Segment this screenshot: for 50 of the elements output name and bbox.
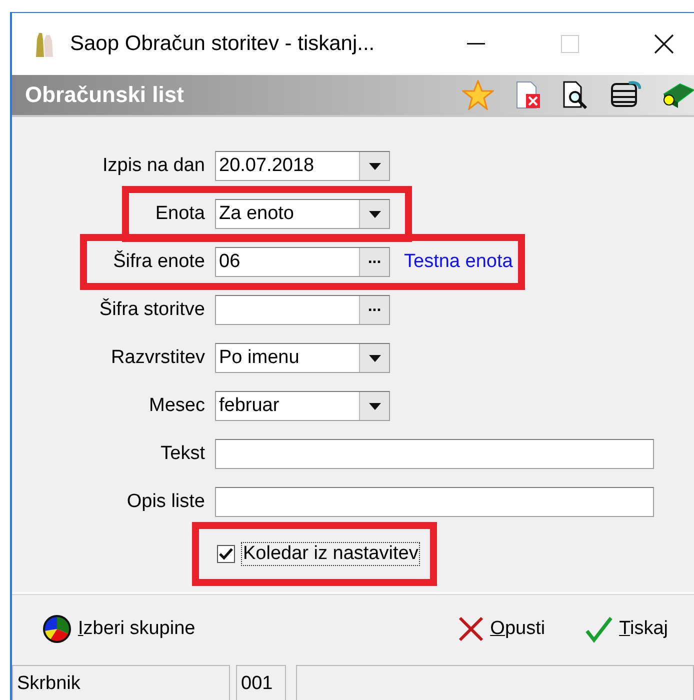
unit-name: Testna enota bbox=[404, 251, 513, 273]
input-field[interactable]: 06 ... bbox=[215, 247, 390, 277]
dropdown[interactable]: Po imenu bbox=[215, 343, 390, 373]
caret-icon bbox=[368, 402, 380, 410]
caret-icon bbox=[368, 162, 380, 170]
dropdown-button[interactable] bbox=[359, 344, 389, 372]
field-label: Tekst bbox=[160, 443, 205, 465]
page-magnifier-icon[interactable] bbox=[562, 81, 588, 109]
cancel-button[interactable]: Opusti bbox=[454, 609, 550, 649]
pie-icon bbox=[42, 614, 72, 644]
printer-icon[interactable] bbox=[609, 81, 641, 109]
browse-button[interactable]: ... bbox=[359, 296, 389, 324]
dropdown-button[interactable] bbox=[359, 200, 389, 228]
input-field[interactable]: ... bbox=[215, 295, 390, 325]
field-label: Razvrstitev bbox=[111, 347, 205, 369]
header-title: Obračunski list bbox=[25, 82, 185, 108]
input-field[interactable] bbox=[215, 487, 654, 517]
input-field[interactable] bbox=[215, 439, 654, 469]
field-label: Šifra storitve bbox=[99, 299, 205, 321]
dropdown[interactable]: februar bbox=[215, 391, 390, 421]
document-delete-icon[interactable] bbox=[515, 81, 541, 109]
checkbox[interactable] bbox=[217, 545, 235, 563]
dropdown-value: februar bbox=[218, 395, 280, 417]
checkbox-label: Koledar iz nastavitev bbox=[242, 543, 420, 565]
print-button[interactable]: Tiskaj bbox=[581, 609, 672, 649]
dropdown-value: Po imenu bbox=[218, 347, 300, 369]
dropdown-button[interactable] bbox=[359, 392, 389, 420]
field-label: Mesec bbox=[149, 395, 205, 417]
caret-icon bbox=[368, 354, 380, 362]
minimize-icon[interactable] bbox=[467, 43, 485, 45]
field-label: Opis liste bbox=[126, 491, 205, 513]
dropdown-value: Za enoto bbox=[218, 203, 295, 225]
status-cell: 001 bbox=[236, 665, 286, 700]
star-icon[interactable] bbox=[462, 80, 494, 110]
cross-icon bbox=[458, 616, 484, 642]
select-groups-button[interactable]: Izberi skupine bbox=[38, 609, 200, 649]
dropdown-value: 20.07.2018 bbox=[218, 155, 316, 177]
field-label: Šifra enote bbox=[113, 251, 205, 273]
dropdown-button[interactable] bbox=[359, 152, 389, 180]
window-title: Saop Obračun storitev - tiskanj... bbox=[70, 32, 375, 56]
browse-button[interactable]: ... bbox=[359, 248, 389, 276]
dropdown[interactable]: Za enoto bbox=[215, 199, 390, 229]
caret-icon bbox=[368, 210, 380, 218]
field-label: Izpis na dan bbox=[102, 155, 205, 177]
status-cell: Skrbnik bbox=[12, 665, 230, 700]
check-icon bbox=[585, 615, 614, 643]
field-value: 06 bbox=[218, 251, 242, 273]
close-icon[interactable] bbox=[654, 34, 674, 54]
field-label: Enota bbox=[155, 203, 205, 225]
dropdown[interactable]: 20.07.2018 bbox=[215, 151, 390, 181]
